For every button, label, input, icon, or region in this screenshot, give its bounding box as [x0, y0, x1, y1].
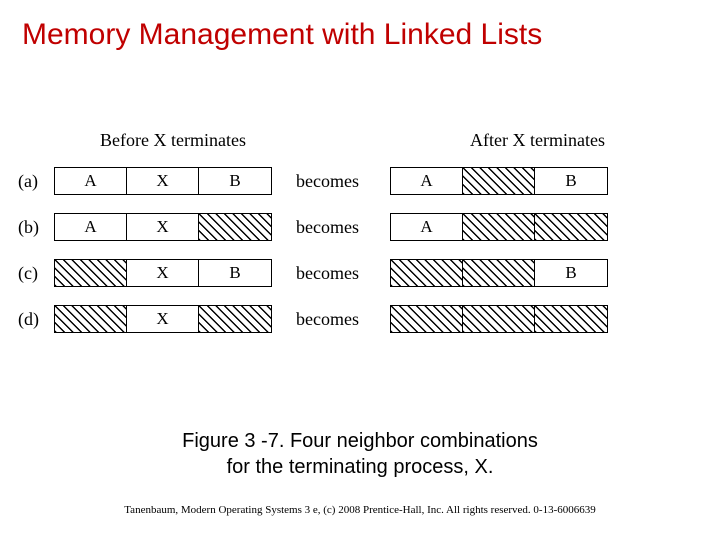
- diagram-row: (a)AXBbecomesAB: [18, 158, 608, 204]
- becomes-label: becomes: [272, 217, 390, 238]
- hole-cell: [391, 306, 463, 332]
- process-cell: B: [199, 260, 271, 286]
- process-cell: A: [55, 168, 127, 194]
- row-label: (a): [18, 171, 54, 192]
- after-strip: B: [390, 259, 608, 287]
- hole-cell: [535, 306, 607, 332]
- becomes-label: becomes: [272, 309, 390, 330]
- process-cell: A: [391, 168, 463, 194]
- hole-cell: [535, 214, 607, 240]
- process-cell: X: [127, 260, 199, 286]
- process-cell: X: [127, 168, 199, 194]
- process-cell: B: [535, 260, 607, 286]
- hole-cell: [55, 260, 127, 286]
- hole-cell: [55, 306, 127, 332]
- process-cell: A: [391, 214, 463, 240]
- hole-cell: [199, 306, 271, 332]
- row-label: (d): [18, 309, 54, 330]
- process-cell: X: [127, 306, 199, 332]
- copyright-footer: Tanenbaum, Modern Operating Systems 3 e,…: [0, 504, 720, 516]
- hole-cell: [463, 214, 535, 240]
- process-cell: A: [55, 214, 127, 240]
- before-strip: XB: [54, 259, 272, 287]
- process-cell: B: [199, 168, 271, 194]
- caption-line-2: for the terminating process, X.: [227, 456, 494, 478]
- after-strip: [390, 305, 608, 333]
- hole-cell: [199, 214, 271, 240]
- figure-caption: Figure 3 -7. Four neighbor combinations …: [0, 428, 720, 480]
- becomes-label: becomes: [272, 171, 390, 192]
- diagram-row: (c)XBbecomesB: [18, 250, 608, 296]
- page-title: Memory Management with Linked Lists: [0, 0, 720, 52]
- header-after: After X terminates: [470, 130, 605, 151]
- after-strip: A: [390, 213, 608, 241]
- row-label: (b): [18, 217, 54, 238]
- before-strip: AX: [54, 213, 272, 241]
- before-strip: X: [54, 305, 272, 333]
- header-before: Before X terminates: [100, 130, 246, 151]
- hole-cell: [463, 168, 535, 194]
- diagram-row: (d) Xbecomes: [18, 296, 608, 342]
- diagram-row: (b)AXbecomesA: [18, 204, 608, 250]
- hole-cell: [463, 306, 535, 332]
- hole-cell: [463, 260, 535, 286]
- process-cell: X: [127, 214, 199, 240]
- caption-line-1: Figure 3 -7. Four neighbor combinations: [182, 430, 538, 452]
- before-strip: AXB: [54, 167, 272, 195]
- diagram-rows: (a)AXBbecomesAB(b)AXbecomesA(c)XBbecomes…: [18, 158, 608, 342]
- row-label: (c): [18, 263, 54, 284]
- process-cell: B: [535, 168, 607, 194]
- after-strip: AB: [390, 167, 608, 195]
- hole-cell: [391, 260, 463, 286]
- becomes-label: becomes: [272, 263, 390, 284]
